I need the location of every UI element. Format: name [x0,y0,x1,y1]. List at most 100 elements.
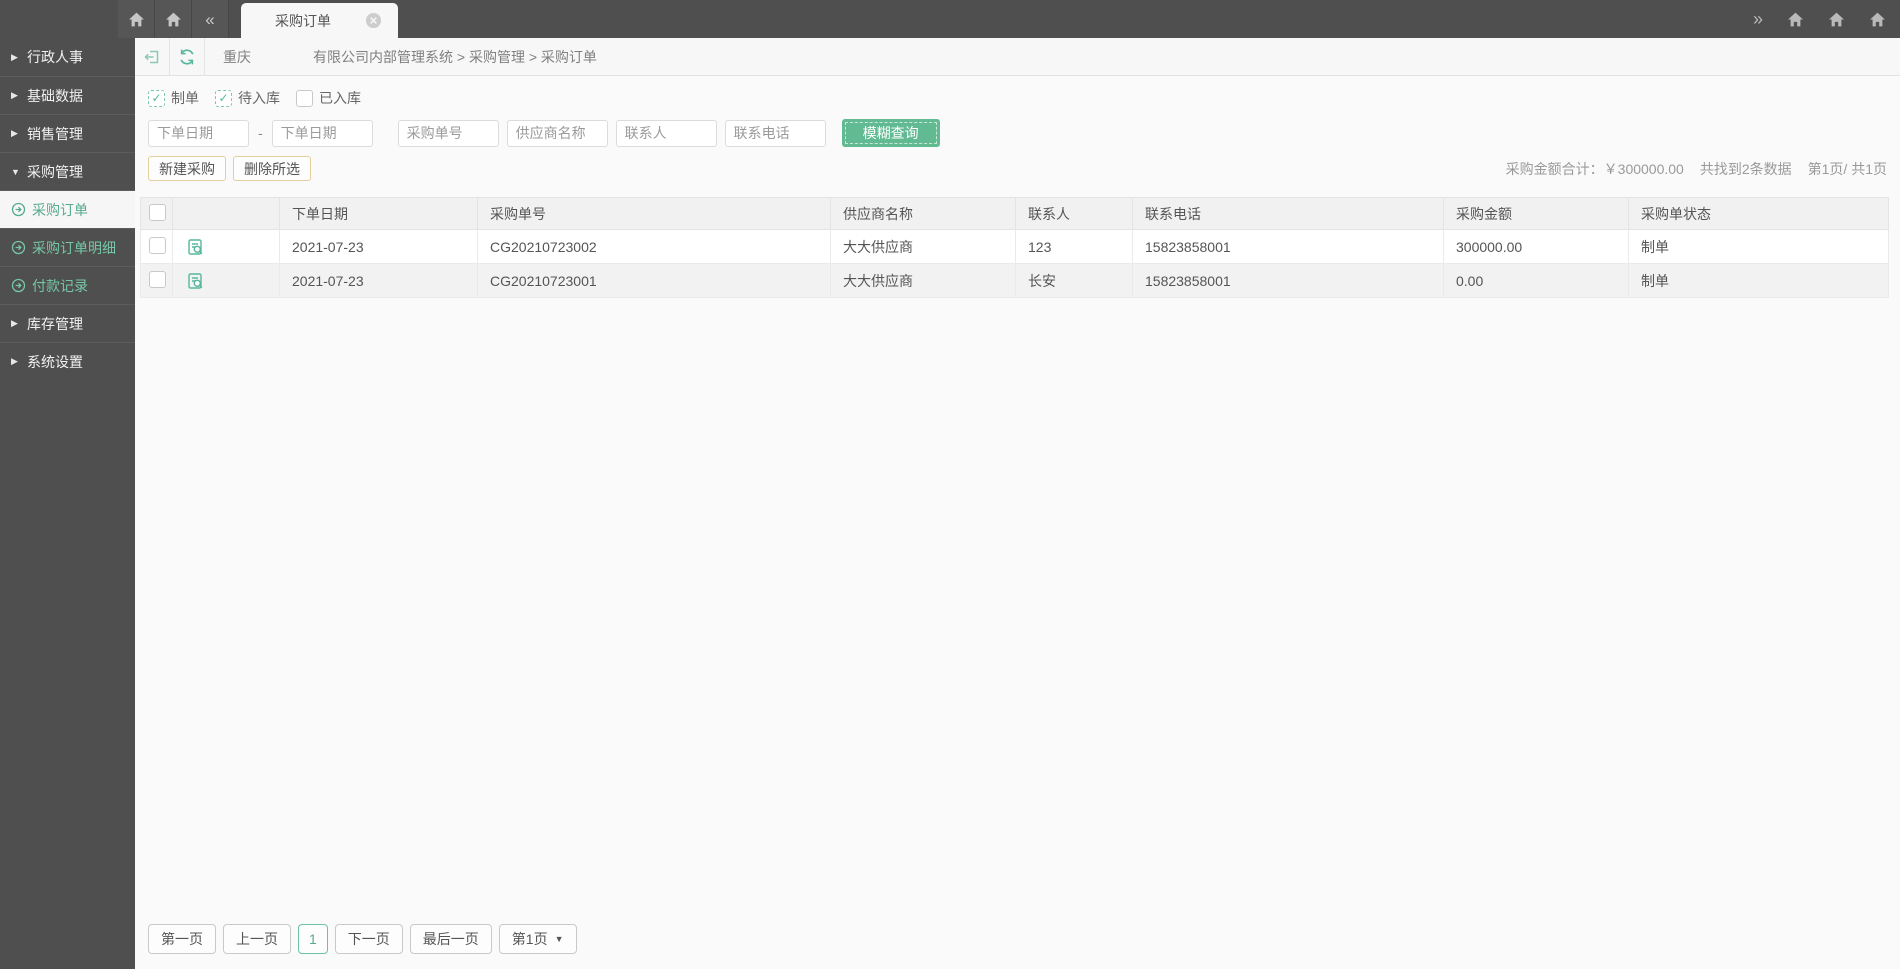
page-info: 第1页/ 共1页 [1807,160,1887,177]
double-chevron-left-icon: « [205,9,215,29]
refresh-button[interactable] [170,37,205,76]
sidebar-item-label: 销售管理 [27,125,83,142]
main-content: ✓ 制单 ✓ 待入库 ✓ 已入库 - 模糊查询 新建采购 删除所选 采购金额合计… [135,76,1900,969]
header-phone: 联系电话 [1132,197,1444,230]
collapsed-arrow-icon: ▶ [11,51,18,62]
home-icon[interactable] [1869,11,1886,28]
checkbox-label: 制单 [171,90,199,106]
back-button[interactable] [135,37,170,76]
sidebar-item-hr[interactable]: ▶ 行政人事 [0,38,135,76]
result-summary: 采购金额合计：￥300000.00 共找到2条数据 第1页/ 共1页 [1506,159,1887,179]
refresh-icon [180,48,194,65]
checkbox-label: 已入库 [319,90,361,106]
purchase-order-table: ✓ 下单日期 采购单号 供应商名称 联系人 联系电话 采购金额 采购单状态 ✓ [140,197,1889,298]
home-icon[interactable] [1787,11,1804,28]
sidebar-item-label: 采购订单 [32,201,88,218]
tab-purchase-order[interactable]: 采购订单 [241,3,398,38]
sidebar-item-label: 付款记录 [32,277,88,294]
cell-order-no: CG20210723002 [477,229,831,264]
cell-contact: 123 [1015,229,1133,264]
header-contact: 联系人 [1015,197,1133,230]
header-select-all: ✓ [140,197,173,230]
sidebar-item-system-settings[interactable]: ▶ 系统设置 [0,342,135,380]
row-checkbox[interactable]: ✓ [149,270,166,288]
home-tab-2[interactable] [155,0,192,38]
view-detail-icon[interactable] [185,271,205,291]
header-supplier: 供应商名称 [830,197,1016,230]
view-detail-icon[interactable] [185,237,205,257]
checkbox-inbound-done[interactable]: ✓ 已入库 [296,88,361,108]
collapsed-arrow-icon: ▶ [11,128,18,138]
checkbox-box[interactable]: ✓ [148,89,165,107]
tab-label: 采购订单 [275,12,331,29]
location-label: 重庆 [223,48,251,65]
order-date-to-input[interactable] [271,119,373,147]
circle-arrow-icon [11,278,26,293]
checkbox-making[interactable]: ✓ 制单 [148,88,199,108]
checkbox-label: 待入库 [238,90,280,106]
sidebar-item-label: 库存管理 [27,315,83,332]
header-order-date: 下单日期 [279,197,478,230]
table-row: ✓ 2021-07-23 CG20210723001 大大供应商 长安 1582… [140,263,1889,298]
cell-amount: 0.00 [1443,263,1629,298]
collapsed-arrow-icon: ▶ [11,356,18,366]
row-checkbox[interactable]: ✓ [149,236,166,254]
phone-input[interactable] [724,119,826,147]
sidebar-item-label: 采购管理 [27,163,83,180]
sidebar-item-purchase[interactable]: ▼ 采购管理 [0,152,135,190]
action-row: 新建采购 删除所选 采购金额合计：￥300000.00 共找到2条数据 第1页/… [148,156,1887,181]
table-row: ✓ 2021-07-23 CG20210723002 大大供应商 123 158… [140,229,1889,264]
cell-supplier: 大大供应商 [830,263,1016,298]
select-all-checkbox[interactable]: ✓ [149,203,166,221]
breadcrumb: 有限公司内部管理系统 > 采购管理 > 采购订单 [313,48,597,65]
checkbox-pending-inbound[interactable]: ✓ 待入库 [215,88,280,108]
supplier-name-input[interactable] [506,119,608,147]
sidebar-item-purchase-order-detail[interactable]: 采购订单明细 [0,228,135,266]
delete-selected-button[interactable]: 删除所选 [233,156,311,181]
sidebar-item-purchase-order[interactable]: 采购订单 [0,190,135,228]
home-icon[interactable] [1828,11,1845,28]
check-icon: ✓ [151,91,162,105]
cell-phone: 15823858001 [1132,229,1444,264]
current-page-button[interactable]: 1 [298,924,328,954]
home-tab-1[interactable] [118,0,155,38]
close-icon[interactable] [365,12,382,29]
collapse-tabs-button[interactable]: « [192,0,229,38]
purchase-amount-total: 采购金额合计：￥300000.00 [1505,160,1684,177]
first-page-button[interactable]: 第一页 [148,924,216,954]
checkbox-box[interactable]: ✓ [215,89,232,107]
home-icon [165,12,181,26]
sidebar-item-inventory[interactable]: ▶ 库存管理 [0,304,135,342]
collapsed-arrow-icon: ▶ [11,318,18,328]
prev-page-button[interactable]: 上一页 [223,924,291,954]
sidebar-item-basic-data[interactable]: ▶ 基础数据 [0,76,135,114]
sidebar-item-label: 系统设置 [27,353,83,370]
cell-amount: 300000.00 [1443,229,1629,264]
last-page-button[interactable]: 最后一页 [409,924,492,954]
order-no-input[interactable] [397,119,499,147]
pagination: 第一页 上一页 1 下一页 最后一页 第1页 ▼ [148,924,577,954]
next-page-button[interactable]: 下一页 [334,924,403,954]
sidebar-item-label: 基础数据 [27,87,83,104]
page-select-dropdown[interactable]: 第1页 ▼ [498,924,577,954]
double-chevron-right-icon[interactable]: » [1753,9,1763,30]
search-filter-row: - 模糊查询 [148,119,1900,147]
header-actions [172,197,280,230]
breadcrumb-toolbar: 重庆 有限公司内部管理系统 > 采购管理 > 采购订单 [135,37,1900,76]
cell-order-no: CG20210723001 [477,263,831,298]
contact-input[interactable] [615,119,717,147]
header-order-no: 采购单号 [477,197,831,230]
new-purchase-button[interactable]: 新建采购 [148,156,226,181]
sidebar-item-payment-records[interactable]: 付款记录 [0,266,135,304]
result-count: 共找到2条数据 [1699,160,1792,177]
header-amount: 采购金额 [1443,197,1629,230]
cell-order-date: 2021-07-23 [279,263,478,298]
checkbox-box[interactable]: ✓ [296,89,313,107]
cell-contact: 长安 [1015,263,1133,298]
caret-down-icon: ▼ [554,934,564,944]
header-status: 采购单状态 [1628,197,1889,230]
sidebar-item-label: 行政人事 [27,49,83,65]
sidebar-item-sales[interactable]: ▶ 销售管理 [0,114,135,152]
fuzzy-search-button[interactable]: 模糊查询 [841,119,940,147]
order-date-from-input[interactable] [148,119,249,147]
